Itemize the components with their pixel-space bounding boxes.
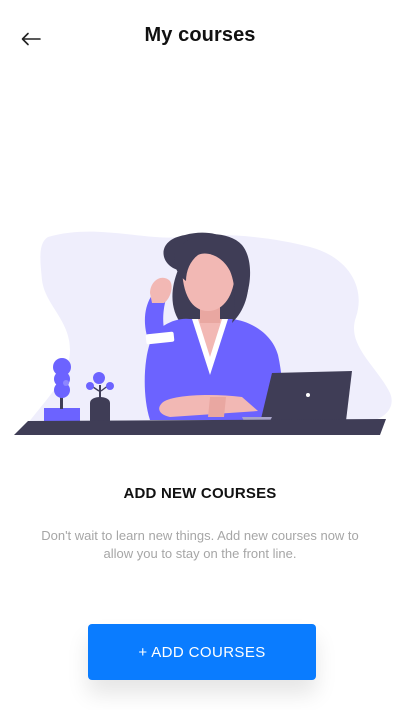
- desk: [14, 419, 386, 435]
- my-courses-screen: My courses ADD NEW COURSES Don't wait to…: [0, 0, 400, 710]
- woman-at-desk-illustration: [14, 231, 392, 435]
- empty-state-description: Don't wait to learn new things. Add new …: [41, 528, 359, 561]
- header: My courses: [0, 0, 400, 76]
- empty-state-title: ADD NEW COURSES: [123, 485, 277, 502]
- add-courses-button[interactable]: + ADD COURSES: [88, 624, 316, 680]
- page-title: My courses: [144, 24, 256, 46]
